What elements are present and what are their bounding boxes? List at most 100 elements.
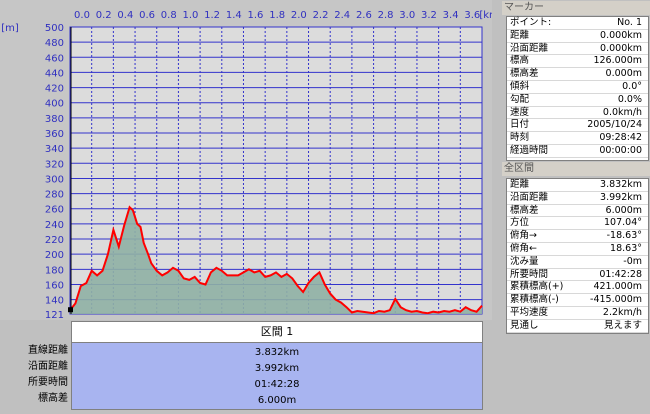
marker-row: 沿面距離 0.000km — [507, 43, 648, 56]
total-value: 3.832km — [600, 179, 642, 190]
section-value-elev: 6.000m — [257, 395, 297, 406]
marker-value: 0.0% — [617, 93, 642, 105]
total-info-box: 距離 3.832km 沿面距離 3.992km 標高差 6.000m 方位 107.04° 俯角… — [506, 178, 649, 334]
total-value: -18.63° — [606, 230, 642, 242]
total-key: 平均速度 — [510, 306, 549, 318]
total-row: 累積標高(-) -415.000m — [507, 294, 648, 307]
marker-key: 速度 — [510, 106, 530, 118]
marker-row: 経過時間 00:00:00 — [507, 145, 648, 158]
total-key: 俯角→ — [510, 230, 537, 242]
total-panel-title: 全区間 — [502, 162, 650, 176]
y-tick-label: 160 — [45, 280, 64, 291]
y-tick-label: 240 — [45, 220, 64, 231]
x-tick-label: 0.2 — [96, 10, 112, 21]
marker-value: 09:28:42 — [599, 132, 642, 144]
y-tick-label: 280 — [45, 190, 64, 201]
marker-row: ポイント: No. 1 — [507, 17, 648, 30]
total-key: 累積標高(+) — [510, 281, 564, 293]
total-row: 距離 3.832km — [507, 179, 648, 192]
total-value: -0m — [623, 255, 642, 267]
total-value: 421.000m — [593, 281, 642, 293]
y-axis-unit: [m] — [1, 23, 19, 34]
marker-row: 距離 0.000km — [507, 30, 648, 43]
marker-row: 傾斜 0.0° — [507, 81, 648, 94]
marker-value: No. 1 — [617, 17, 642, 28]
y-tick-label: 460 — [45, 53, 64, 64]
total-key: 方位 — [510, 217, 530, 229]
marker-value: 0.0km/h — [602, 106, 642, 118]
section-label-time: 所要時間 — [28, 377, 68, 388]
marker-key: 距離 — [510, 29, 530, 41]
total-key: 見通し — [510, 319, 539, 331]
x-tick-label: 2.8 — [378, 10, 394, 21]
marker-key: 標高 — [510, 55, 530, 67]
y-tick-label: 440 — [45, 68, 64, 79]
marker-row: 日付 2005/10/24 — [507, 119, 648, 133]
x-tick-label: 1.6 — [248, 10, 264, 21]
section-value-straight: 3.832km — [254, 347, 300, 358]
section-rows: 3.832km 3.992km 01:42:28 6.000m — [71, 342, 483, 410]
total-row: 方位 107.04° — [507, 217, 648, 231]
total-key: 所要時間 — [510, 268, 549, 280]
total-row: 所要時間 01:42:28 — [507, 269, 648, 282]
x-tick-label: 0.8 — [161, 10, 177, 21]
total-value: -415.000m — [590, 294, 642, 306]
marker-key: 標高差 — [510, 68, 539, 80]
marker-panel-title: マーカー — [502, 1, 650, 15]
y-tick-label: 400 — [45, 99, 64, 110]
chart-svg[interactable]: 500 480 460 440 420 400 380 360 340 320 300 280 260 2… — [0, 0, 492, 320]
total-row: 俯角→ -18.63° — [507, 230, 648, 243]
panel-splitter[interactable] — [492, 0, 502, 414]
x-tick-label: 2.0 — [291, 10, 307, 21]
y-tick-label: 500 — [45, 23, 64, 34]
marker-value: 0.000km — [600, 29, 642, 41]
x-tick-label: 0.6 — [139, 10, 155, 21]
total-row: 見通し 見えます — [507, 320, 648, 333]
x-tick-label: 3.6 — [464, 10, 480, 21]
x-tick-label: 0.0 — [74, 10, 90, 21]
total-value: 18.63° — [610, 242, 642, 254]
y-tick-label: 420 — [45, 84, 64, 95]
total-row: 俯角← 18.63° — [507, 243, 648, 256]
x-tick-label: 2.2 — [313, 10, 329, 21]
total-row: 沿面距離 3.992km — [507, 192, 648, 205]
total-value: 見えます — [603, 319, 642, 331]
section-label-straight: 直線距離 — [28, 345, 68, 356]
total-row: 累積標高(+) 421.000m — [507, 281, 648, 295]
y-tick-label: 300 — [45, 174, 64, 185]
total-key: 累積標高(-) — [510, 294, 559, 306]
marker-value: 0.0° — [622, 80, 642, 92]
marker-row: 時刻 09:28:42 — [507, 132, 648, 145]
total-value: 01:42:28 — [599, 268, 642, 280]
marker-key: 経過時間 — [510, 144, 549, 156]
total-value: 2.2km/h — [602, 306, 642, 318]
section-title[interactable]: 区間 1 — [71, 321, 483, 343]
total-value: 6.000m — [605, 204, 642, 216]
x-tick-label: 3.2 — [421, 10, 437, 21]
section-value-surface: 3.992km — [254, 363, 300, 374]
total-key: 沿面距離 — [510, 191, 549, 203]
section-value-time: 01:42:28 — [254, 379, 300, 390]
x-tick-label: 1.2 — [204, 10, 220, 21]
marker-row: 標高 126.000m — [507, 55, 648, 69]
marker-key: 日付 — [510, 119, 530, 131]
marker-value: 126.000m — [593, 55, 642, 67]
total-key: 標高差 — [510, 204, 539, 216]
marker-row: 標高差 0.000m — [507, 68, 648, 81]
section-label-surface: 沿面距離 — [28, 361, 68, 372]
y-tick-label: 180 — [45, 265, 64, 276]
x-tick-label: 3.4 — [443, 10, 459, 21]
total-value: 107.04° — [604, 217, 642, 229]
elevation-chart[interactable]: 500 480 460 440 420 400 380 360 340 320 300 280 260 2… — [0, 0, 492, 320]
total-key: 沈み量 — [510, 255, 539, 267]
x-tick-label: 3.0 — [399, 10, 415, 21]
marker-key: 沿面距離 — [510, 42, 549, 54]
y-tick-label: 200 — [45, 250, 64, 261]
marker-value: 0.000m — [605, 68, 642, 80]
y-tick-label: 480 — [45, 38, 64, 49]
marker-key: ポイント: — [510, 17, 552, 28]
y-tick-label: 320 — [45, 159, 64, 170]
marker-value: 00:00:00 — [599, 144, 642, 156]
marker-key: 傾斜 — [510, 80, 530, 92]
y-tick-label: 121 — [45, 310, 64, 320]
